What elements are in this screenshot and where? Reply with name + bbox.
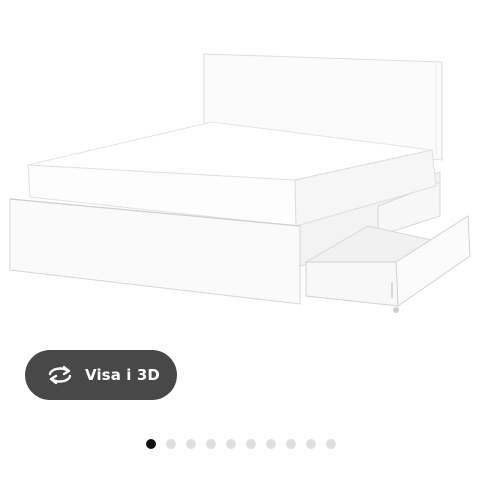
carousel-dot[interactable] [306, 439, 316, 449]
carousel-dot[interactable] [166, 439, 176, 449]
carousel-dot[interactable] [206, 439, 216, 449]
carousel-dot-active[interactable] [146, 439, 156, 449]
view-in-3d-button[interactable]: Visa i 3D [25, 350, 177, 400]
carousel-dot[interactable] [226, 439, 236, 449]
product-image[interactable] [0, 40, 480, 360]
open-drawer-side [305, 261, 399, 307]
carousel-dot[interactable] [326, 439, 336, 449]
carousel-dot[interactable] [246, 439, 256, 449]
open-drawer-front [395, 215, 471, 307]
view-in-3d-label: Visa i 3D [85, 366, 160, 384]
rotate-3d-icon [46, 365, 74, 385]
drawer-castor-wheel [393, 307, 399, 313]
chevron-down-icon [420, 0, 440, 4]
carousel-dot[interactable] [286, 439, 296, 449]
carousel-dot[interactable] [186, 439, 196, 449]
product-gallery: Visa i 3D [0, 0, 480, 480]
carousel-dot[interactable] [266, 439, 276, 449]
carousel-pagination [146, 439, 336, 449]
